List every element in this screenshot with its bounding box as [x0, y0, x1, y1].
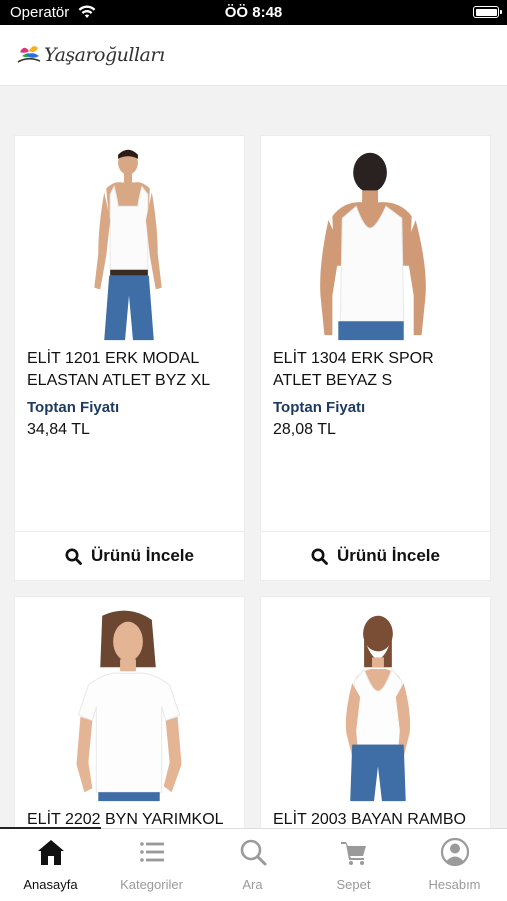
- product-price: 34,84 TL: [27, 421, 90, 438]
- view-product-label: Ürünü İncele: [337, 546, 440, 565]
- product-image[interactable]: [15, 136, 244, 341]
- nav-label-cart: Sepet: [336, 877, 371, 892]
- list-icon: [139, 842, 164, 862]
- nav-item-cart[interactable]: Sepet: [303, 829, 404, 901]
- product-image[interactable]: [15, 597, 244, 802]
- product-card[interactable]: ELİT 1201 ERK MODAL ELASTAN ATLET BYZ XL…: [14, 135, 245, 581]
- status-bar: Operatör ÖÖ 8:48: [0, 0, 507, 25]
- view-product-button[interactable]: Ürünü İncele: [15, 531, 244, 580]
- product-card[interactable]: ELİT 1304 ERK SPOR ATLET BEYAZ S Toptan …: [260, 135, 491, 581]
- active-tab-indicator: [0, 827, 101, 829]
- search-icon: [240, 839, 266, 866]
- product-title[interactable]: ELİT 1304 ERK SPOR ATLET BEYAZ S: [273, 348, 483, 392]
- nav-label-account: Hesabım: [428, 877, 481, 892]
- nav-label-home: Anasayfa: [23, 877, 78, 892]
- brand-logo[interactable]: Yaşaroğulları: [16, 38, 165, 72]
- nav-item-account[interactable]: Hesabım: [404, 829, 505, 901]
- product-image[interactable]: [261, 597, 490, 802]
- product-title[interactable]: ELİT 1201 ERK MODAL ELASTAN ATLET BYZ XL: [27, 348, 237, 392]
- product-price: 28,08 TL: [273, 421, 336, 438]
- search-icon: [65, 548, 82, 565]
- brand-logo-mark: [17, 46, 41, 63]
- view-product-label: Ürünü İncele: [91, 546, 194, 565]
- price-label: Toptan Fiyatı: [273, 399, 366, 416]
- app-header: Yaşaroğulları: [0, 25, 507, 86]
- search-icon: [311, 548, 328, 565]
- home-icon: [37, 840, 64, 865]
- nav-label-categories: Kategoriler: [120, 877, 183, 892]
- bottom-navigation: Anasayfa Kategoriler Ara Sepet Hesabım: [0, 827, 507, 901]
- view-product-button[interactable]: Ürünü İncele: [261, 531, 490, 580]
- battery-icon: [473, 6, 502, 18]
- user-icon: [440, 837, 469, 867]
- nav-label-search: Ara: [242, 877, 263, 892]
- product-image[interactable]: [261, 136, 490, 341]
- cart-icon: [340, 842, 366, 865]
- nav-item-home[interactable]: Anasayfa: [0, 827, 101, 901]
- brand-logo-text: Yaşaroğulları: [44, 44, 165, 66]
- clock: ÖÖ 8:48: [224, 4, 283, 21]
- nav-item-search[interactable]: Ara: [202, 829, 303, 901]
- price-label: Toptan Fiyatı: [27, 399, 120, 416]
- nav-item-categories[interactable]: Kategoriler: [101, 829, 202, 901]
